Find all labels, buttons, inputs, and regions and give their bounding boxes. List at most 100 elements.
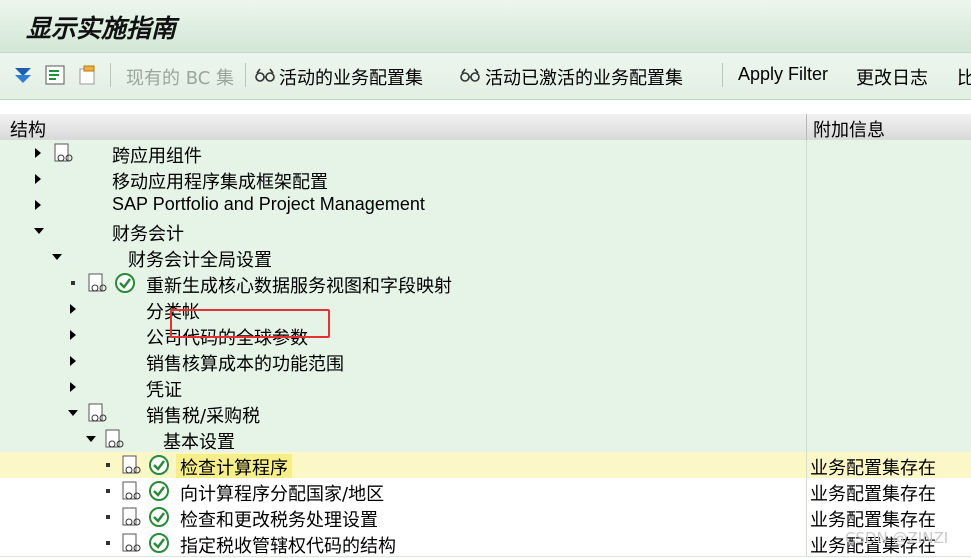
column-divider (806, 374, 807, 400)
collapse-arrow-icon[interactable] (52, 254, 62, 260)
column-divider (806, 478, 807, 504)
tree-row[interactable]: 分类帐 (0, 296, 971, 323)
expand-arrow-icon[interactable] (70, 304, 76, 314)
more-button[interactable]: 比 (957, 64, 971, 90)
tree-row[interactable]: 指定税收管辖权代码的结构 业务配置集存在 (0, 530, 971, 557)
expand-arrow-icon[interactable] (70, 330, 76, 340)
tree-row[interactable]: 移动应用程序集成框架配置 (0, 166, 971, 193)
expand-arrow-icon[interactable] (35, 174, 41, 184)
tree-node-label[interactable]: 跨应用组件 (112, 142, 202, 168)
tree-node-label[interactable]: 检查计算程序 (176, 454, 292, 480)
tree-row[interactable]: 销售税/采购税 (0, 400, 971, 427)
collapse-arrow-icon[interactable] (68, 410, 78, 416)
column-divider (806, 218, 807, 244)
toolbar-separator (110, 63, 111, 87)
column-divider (806, 244, 807, 270)
spacer (0, 100, 971, 114)
execute-icon[interactable] (148, 532, 170, 554)
column-header: 结构 附加信息 (0, 114, 971, 141)
glasses-doc-icon (122, 455, 141, 474)
glasses-doc-icon (122, 481, 141, 500)
tree-node-info: 业务配置集存在 (810, 458, 936, 479)
tree-node-label[interactable]: 重新生成核心数据服务视图和字段映射 (146, 272, 452, 298)
watermark: CSDN @ZINZI (845, 529, 949, 547)
activated-bc-sets-button[interactable]: 活动已激活的业务配置集 (485, 64, 683, 90)
tree-row[interactable]: 财务会计全局设置 (0, 244, 971, 271)
apply-filter-button[interactable]: Apply Filter (738, 64, 828, 85)
expand-arrow-icon[interactable] (70, 382, 76, 392)
column-divider (806, 530, 807, 556)
tree-node-label[interactable]: 向计算程序分配国家/地区 (180, 480, 384, 506)
tree-node-label[interactable]: 检查和更改税务处理设置 (180, 506, 378, 532)
toolbar-separator (245, 63, 246, 87)
glasses-doc-icon (54, 143, 73, 162)
tree-row[interactable]: 凭证 (0, 374, 971, 401)
glasses-doc-icon (122, 507, 141, 526)
column-divider (806, 192, 807, 218)
select-node-icon[interactable] (44, 64, 66, 86)
document-icon[interactable] (76, 64, 98, 86)
title-bar: 显示实施指南 (0, 0, 971, 53)
tree-row[interactable]: 检查和更改税务处理设置 业务配置集存在 (0, 504, 971, 531)
column-divider (806, 400, 807, 426)
leaf-bullet-icon (106, 541, 110, 545)
column-divider (806, 270, 807, 296)
glasses-doc-icon (88, 273, 107, 292)
glasses-icon (255, 68, 275, 82)
tree-node-info: 业务配置集存在 (810, 484, 936, 505)
execute-icon[interactable] (148, 454, 170, 476)
column-divider (806, 296, 807, 322)
column-divider (806, 166, 807, 192)
expand-arrow-icon[interactable] (35, 148, 41, 158)
change-log-button[interactable]: 更改日志 (856, 64, 928, 90)
column-divider (806, 322, 807, 348)
structure-column-header[interactable]: 结构 (10, 116, 46, 142)
glasses-icon (460, 68, 480, 82)
tree-row[interactable]: 财务会计 (0, 218, 971, 245)
existing-bc-set-button[interactable]: 现有的 BC 集 (126, 64, 234, 90)
tree-node-label[interactable]: 销售核算成本的功能范围 (146, 350, 344, 376)
expand-all-icon[interactable] (12, 64, 34, 86)
glasses-doc-icon (105, 429, 124, 448)
leaf-bullet-icon (106, 515, 110, 519)
tree-row-selected[interactable]: 检查计算程序 业务配置集存在 (0, 452, 971, 480)
execute-icon[interactable] (148, 480, 170, 502)
column-divider (806, 140, 807, 166)
toolbar: 现有的 BC 集 活动的业务配置集 活动已激活的业务配置集 Apply Filt… (0, 53, 971, 100)
tree-row[interactable]: 基本设置 (0, 426, 971, 453)
glasses-doc-icon (88, 403, 107, 422)
tree-row[interactable]: SAP Portfolio and Project Management (0, 192, 971, 219)
execute-icon[interactable] (148, 506, 170, 528)
highlight-annotation-box (170, 309, 330, 338)
collapse-arrow-icon[interactable] (34, 228, 44, 234)
leaf-bullet-icon (71, 281, 75, 285)
tree-node-label[interactable]: 财务会计 (112, 220, 184, 246)
collapse-arrow-icon[interactable] (86, 436, 96, 442)
tree-node-label[interactable]: SAP Portfolio and Project Management (112, 194, 425, 215)
page-title: 显示实施指南 (26, 14, 177, 43)
column-divider (806, 452, 807, 478)
expand-arrow-icon[interactable] (70, 356, 76, 366)
leaf-bullet-icon (106, 489, 110, 493)
tree-node-label[interactable]: 基本设置 (163, 428, 235, 454)
column-divider (806, 504, 807, 530)
tree-node-label[interactable]: 移动应用程序集成框架配置 (112, 168, 328, 194)
tree-node-label[interactable]: 销售税/采购税 (146, 402, 260, 428)
column-divider[interactable] (806, 114, 807, 140)
tree-node-label[interactable]: 指定税收管辖权代码的结构 (180, 532, 396, 558)
tree-row[interactable]: 重新生成核心数据服务视图和字段映射 (0, 270, 971, 297)
column-divider (806, 426, 807, 452)
tree-row[interactable]: 销售核算成本的功能范围 (0, 348, 971, 375)
column-divider (806, 348, 807, 374)
tree-node-label[interactable]: 财务会计全局设置 (128, 246, 272, 272)
execute-icon[interactable] (114, 272, 136, 294)
glasses-doc-icon (122, 533, 141, 552)
additional-info-column-header[interactable]: 附加信息 (813, 116, 885, 142)
tree-node-label[interactable]: 凭证 (146, 376, 182, 402)
tree-row[interactable]: 向计算程序分配国家/地区 业务配置集存在 (0, 478, 971, 505)
tree-row[interactable]: 跨应用组件 (0, 140, 971, 167)
expand-arrow-icon[interactable] (35, 200, 41, 210)
tree-row[interactable]: 公司代码的全球参数 (0, 322, 971, 349)
active-bc-sets-button[interactable]: 活动的业务配置集 (279, 64, 423, 90)
leaf-bullet-icon (106, 463, 110, 467)
